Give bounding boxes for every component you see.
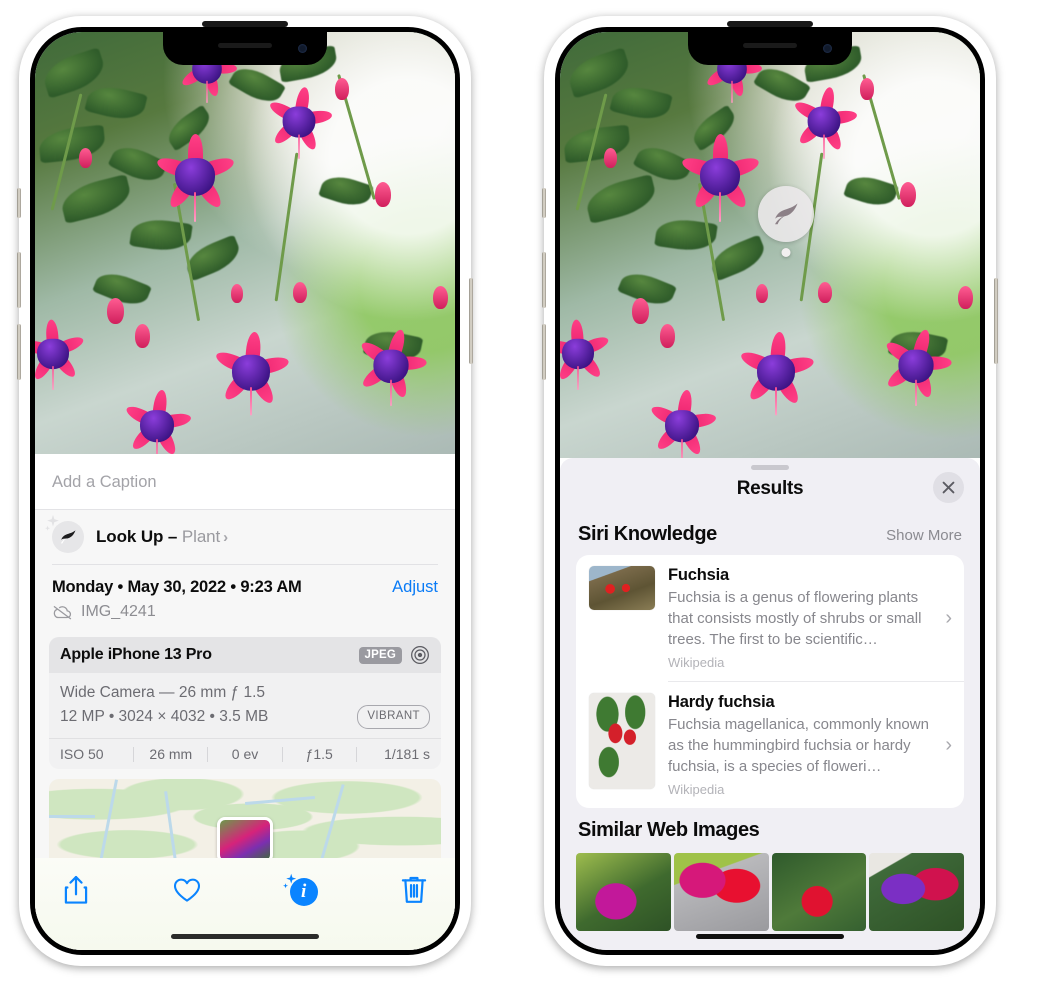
look-up-row[interactable]: Look Up – Plant › (35, 510, 455, 564)
result-source: Wikipedia (668, 655, 725, 670)
results-sheet: Results Siri Knowledge Show More Fuchsia… (560, 458, 980, 950)
photo-filename: IMG_4241 (81, 603, 156, 620)
lens-info: Wide Camera — 26 mm ƒ 1.5 (60, 684, 266, 701)
device-screen: Add a Caption Look Up – Plant › Monday •… (35, 32, 455, 950)
front-camera-icon (298, 44, 307, 53)
iphone-right-device: Results Siri Knowledge Show More Fuchsia… (542, 16, 998, 966)
photo-viewer[interactable] (35, 32, 455, 454)
look-up-label: Look Up – Plant › (96, 527, 228, 547)
date-block: Monday • May 30, 2022 • 9:23 AM Adjust I… (35, 565, 455, 629)
home-indicator[interactable] (171, 933, 319, 939)
result-thumbnail (589, 566, 655, 610)
result-body: Hardy fuchsia Fuchsia magellanica, commo… (668, 693, 930, 797)
similar-web-images-strip[interactable] (560, 853, 980, 931)
camera-model: Apple iPhone 13 Pro (60, 646, 212, 663)
earpiece-slot (727, 21, 813, 27)
result-body: Fuchsia Fuchsia is a genus of flowering … (668, 566, 930, 670)
badge-pointer-dot (781, 248, 791, 257)
device-screen: Results Siri Knowledge Show More Fuchsia… (560, 32, 980, 950)
result-description: Fuchsia magellanica, commonly known as t… (668, 716, 929, 775)
info-button[interactable]: i (282, 873, 318, 908)
result-source: Wikipedia (668, 782, 725, 797)
leaf-icon (775, 203, 798, 225)
web-image-thumbnail[interactable] (673, 853, 769, 931)
caption-field-container[interactable]: Add a Caption (35, 454, 455, 510)
trash-icon[interactable] (399, 874, 429, 906)
notch (163, 32, 327, 65)
web-image-thumbnail[interactable] (771, 853, 867, 931)
file-format-badge: JPEG (358, 646, 402, 664)
silence-switch[interactable] (17, 188, 21, 218)
siri-knowledge-title: Siri Knowledge (578, 523, 717, 545)
device-bezel: Results Siri Knowledge Show More Fuchsia… (555, 21, 985, 955)
siri-knowledge-header: Siri Knowledge Show More (560, 512, 980, 555)
similar-web-images-title: Similar Web Images (578, 819, 760, 841)
result-thumbnail (589, 693, 655, 789)
close-icon (942, 481, 955, 494)
home-indicator[interactable] (696, 933, 844, 939)
aperture-icon (411, 646, 429, 664)
volume-up-button[interactable] (542, 252, 546, 308)
map-photo-thumbnail (217, 817, 273, 864)
exif-aperture: ƒ1.5 (305, 746, 333, 763)
specs-row: 12 MP • 3024 × 4032 • 3.5 MB VIBRANT (60, 705, 430, 729)
photo-date: Monday • May 30, 2022 • 9:23 AM (52, 578, 302, 596)
power-button[interactable] (994, 278, 998, 364)
result-title: Fuchsia (668, 566, 729, 584)
show-more-button[interactable]: Show More (886, 527, 962, 544)
exif-exposure: 0 ev (231, 746, 259, 763)
leaf-icon (45, 514, 84, 553)
look-up-title: Look Up – (96, 527, 182, 546)
screenshot-stage: Add a Caption Look Up – Plant › Monday •… (0, 0, 1055, 985)
heart-icon[interactable] (172, 874, 202, 906)
location-map-preview[interactable] (49, 779, 441, 864)
photo-info-sheet: Add a Caption Look Up – Plant › Monday •… (35, 454, 455, 950)
web-image-thumbnail[interactable] (576, 853, 671, 931)
close-button[interactable] (933, 472, 964, 503)
earpiece-speaker-icon (743, 43, 797, 48)
visual-lookup-leaf-badge[interactable] (758, 186, 814, 257)
chevron-right-icon: › (945, 733, 952, 756)
result-title: Hardy fuchsia (668, 693, 775, 711)
list-item[interactable]: Hardy fuchsia Fuchsia magellanica, commo… (576, 682, 964, 808)
volume-down-button[interactable] (542, 324, 546, 380)
adjust-button[interactable]: Adjust (392, 578, 438, 597)
power-button[interactable] (469, 278, 473, 364)
volume-down-button[interactable] (17, 324, 21, 380)
result-description: Fuchsia is a genus of flowering plants t… (668, 589, 922, 648)
chevron-right-icon: › (223, 529, 229, 546)
web-image-thumbnail[interactable] (869, 853, 964, 931)
cloud-slash-icon (53, 605, 72, 619)
camera-info-card: Apple iPhone 13 Pro JPEG Wide Camera — 2… (49, 637, 441, 770)
photo-specs: 12 MP • 3024 × 4032 • 3.5 MB (60, 708, 269, 726)
siri-knowledge-card: Fuchsia Fuchsia is a genus of flowering … (576, 555, 964, 808)
exif-iso: ISO 50 (60, 746, 104, 763)
results-title: Results (736, 478, 804, 499)
silence-switch[interactable] (542, 188, 546, 218)
photo-viewer[interactable] (560, 32, 980, 458)
earpiece-speaker-icon (218, 43, 272, 48)
similar-web-images-header: Similar Web Images (560, 808, 980, 851)
sparkle-icon (45, 514, 59, 531)
share-icon[interactable] (61, 874, 91, 906)
look-up-subject: Plant (181, 527, 221, 546)
camera-card-header: Apple iPhone 13 Pro JPEG (49, 637, 441, 673)
device-bezel: Add a Caption Look Up – Plant › Monday •… (30, 21, 460, 955)
list-item[interactable]: Fuchsia Fuchsia is a genus of flowering … (576, 555, 964, 681)
notch (688, 32, 852, 65)
camera-card-body: Wide Camera — 26 mm ƒ 1.5 12 MP • 3024 ×… (49, 673, 441, 738)
filename-row: IMG_4241 (52, 603, 438, 621)
front-camera-icon (823, 44, 832, 53)
results-header: Results (560, 470, 980, 512)
earpiece-slot (202, 21, 288, 27)
exif-shutter: 1/181 s (384, 746, 431, 763)
info-glyph: i (289, 878, 318, 906)
exif-focal: 26 mm (149, 746, 193, 763)
chevron-right-icon: › (945, 606, 952, 629)
iphone-left-device: Add a Caption Look Up – Plant › Monday •… (17, 16, 473, 966)
photographic-style-badge: VIBRANT (357, 705, 430, 729)
volume-up-button[interactable] (17, 252, 21, 308)
exif-row: ISO 50 26 mm 0 ev ƒ1.5 1/181 s (49, 738, 441, 769)
caption-placeholder[interactable]: Add a Caption (52, 473, 438, 492)
